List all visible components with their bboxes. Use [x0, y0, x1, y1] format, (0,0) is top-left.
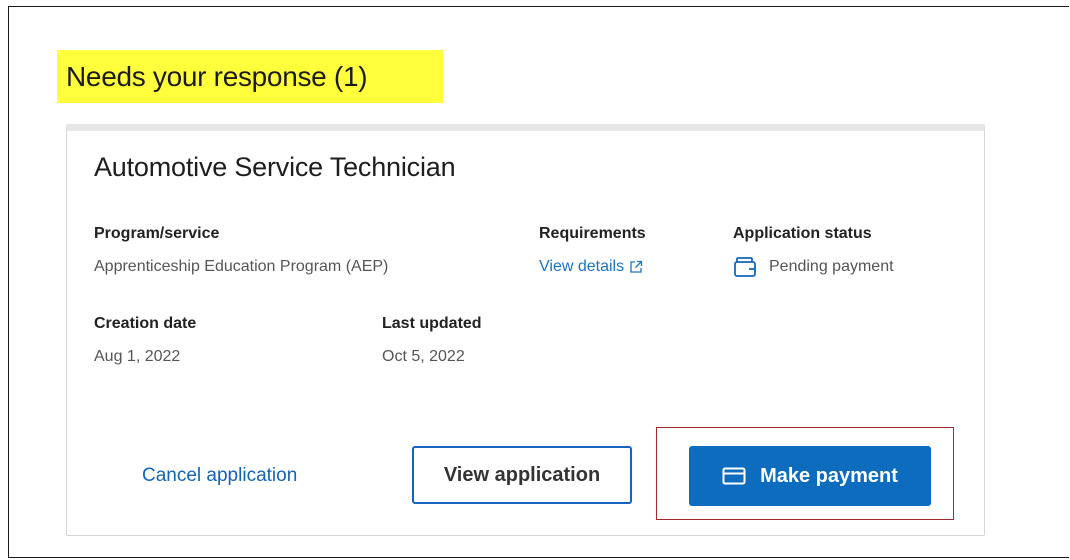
last-updated-label: Last updated [382, 315, 482, 332]
make-payment-label: Make payment [760, 464, 898, 487]
section-heading: Needs your response (1) [57, 50, 443, 103]
external-link-icon [629, 260, 643, 274]
status-label: Application status [733, 225, 872, 242]
status-value: Pending payment [769, 258, 894, 275]
creation-date-value: Aug 1, 2022 [94, 348, 181, 365]
card-title: Automotive Service Technician [94, 152, 456, 182]
creation-date-label: Creation date [94, 315, 197, 332]
credit-card-icon [722, 467, 746, 485]
program-label: Program/service [94, 225, 220, 242]
cancel-application-link[interactable]: Cancel application [142, 465, 297, 487]
make-payment-button[interactable]: Make payment [689, 446, 931, 506]
application-status: Pending payment [733, 256, 894, 278]
view-details-link[interactable]: View details [539, 258, 643, 276]
last-updated-value: Oct 5, 2022 [382, 348, 465, 365]
requirements-label: Requirements [539, 225, 646, 242]
view-application-button[interactable]: View application [412, 446, 632, 504]
program-value: Apprenticeship Education Program (AEP) [94, 258, 389, 275]
view-details-label: View details [539, 258, 625, 275]
wallet-icon [733, 256, 757, 278]
